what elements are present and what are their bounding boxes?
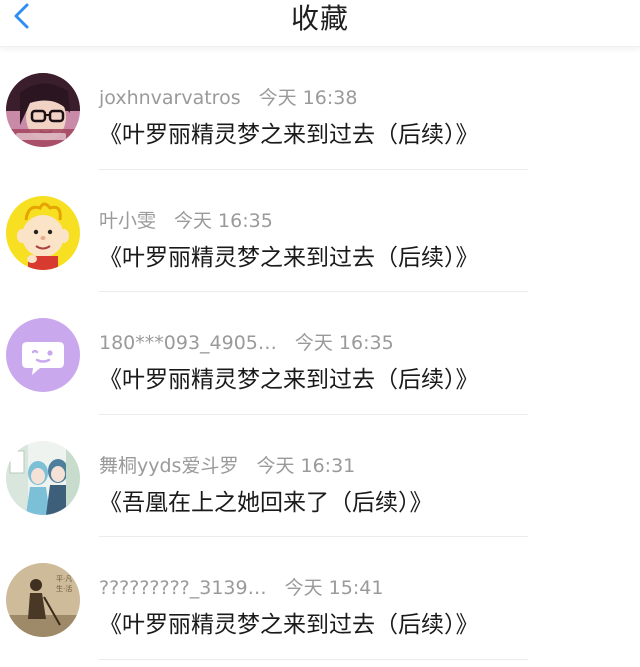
divider <box>99 658 528 660</box>
favorites-screen: 收藏 joxhnvarvatros 今天 16:38 《叶罗丽精灵梦之来到过去（… <box>0 0 640 667</box>
user-photo-avatar <box>6 73 80 147</box>
item-meta: 180***093_4905… 今天 16:35 <box>99 328 394 355</box>
anime-characters-avatar <box>6 440 80 515</box>
story-title[interactable]: 《叶罗丽精灵梦之来到过去（后续）》 <box>99 605 479 639</box>
avatar[interactable] <box>6 440 80 515</box>
favorite-item[interactable]: 平·凡 生·活 ?????????_3139… 今天 15:41 《叶罗丽精灵梦之… <box>0 537 640 660</box>
username[interactable]: 舞桐yyds爱斗罗 <box>99 455 238 477</box>
timestamp: 今天 16:35 <box>294 332 394 354</box>
item-meta: ?????????_3139… 今天 15:41 <box>99 573 383 600</box>
sepia-photo-avatar: 平·凡 生·活 <box>6 563 80 637</box>
item-meta: 叶小雯 今天 16:35 <box>99 206 273 233</box>
item-meta: joxhnvarvatros 今天 16:38 <box>99 83 357 110</box>
favorite-item[interactable]: 舞桐yyds爱斗罗 今天 16:31 《吾凰在上之她回来了（后续）》 <box>0 415 640 537</box>
story-title[interactable]: 《叶罗丽精灵梦之来到过去（后续）》 <box>99 238 479 272</box>
username[interactable]: 180***093_4905… <box>99 332 277 354</box>
username[interactable]: ?????????_3139… <box>99 577 267 599</box>
navigation-bar: 收藏 <box>0 0 640 47</box>
avatar[interactable] <box>6 195 80 270</box>
svg-text:生·活: 生·活 <box>56 584 72 593</box>
story-title[interactable]: 《吾凰在上之她回来了（后续）》 <box>99 483 433 517</box>
page-title: 收藏 <box>290 2 349 35</box>
favorite-item[interactable]: joxhnvarvatros 今天 16:38 《叶罗丽精灵梦之来到过去（后续）》 <box>0 47 640 170</box>
story-title[interactable]: 《叶罗丽精灵梦之来到过去（后续）》 <box>99 360 479 394</box>
username[interactable]: joxhnvarvatros <box>99 87 241 109</box>
favorite-item[interactable]: 180***093_4905… 今天 16:35 《叶罗丽精灵梦之来到过去（后续）… <box>0 292 640 415</box>
avatar[interactable] <box>6 73 80 147</box>
timestamp: 今天 16:35 <box>174 209 273 232</box>
svg-text:平·凡: 平·凡 <box>56 575 72 583</box>
avatar[interactable]: 平·凡 生·活 <box>6 563 80 637</box>
item-meta: 舞桐yyds爱斗罗 今天 16:31 <box>99 451 355 478</box>
timestamp: 今天 15:41 <box>284 577 384 599</box>
avatar[interactable] <box>6 318 80 392</box>
cartoon-boy-avatar <box>6 195 80 270</box>
chat-bubble-icon <box>6 318 80 392</box>
username[interactable]: 叶小雯 <box>99 210 156 232</box>
story-title[interactable]: 《叶罗丽精灵梦之来到过去（后续）》 <box>99 115 479 149</box>
timestamp: 今天 16:31 <box>256 454 356 477</box>
favorite-item[interactable]: 叶小雯 今天 16:35 《叶罗丽精灵梦之来到过去（后续）》 <box>0 170 640 292</box>
favorites-list: joxhnvarvatros 今天 16:38 《叶罗丽精灵梦之来到过去（后续）》 <box>0 47 640 660</box>
timestamp: 今天 16:38 <box>258 87 358 109</box>
